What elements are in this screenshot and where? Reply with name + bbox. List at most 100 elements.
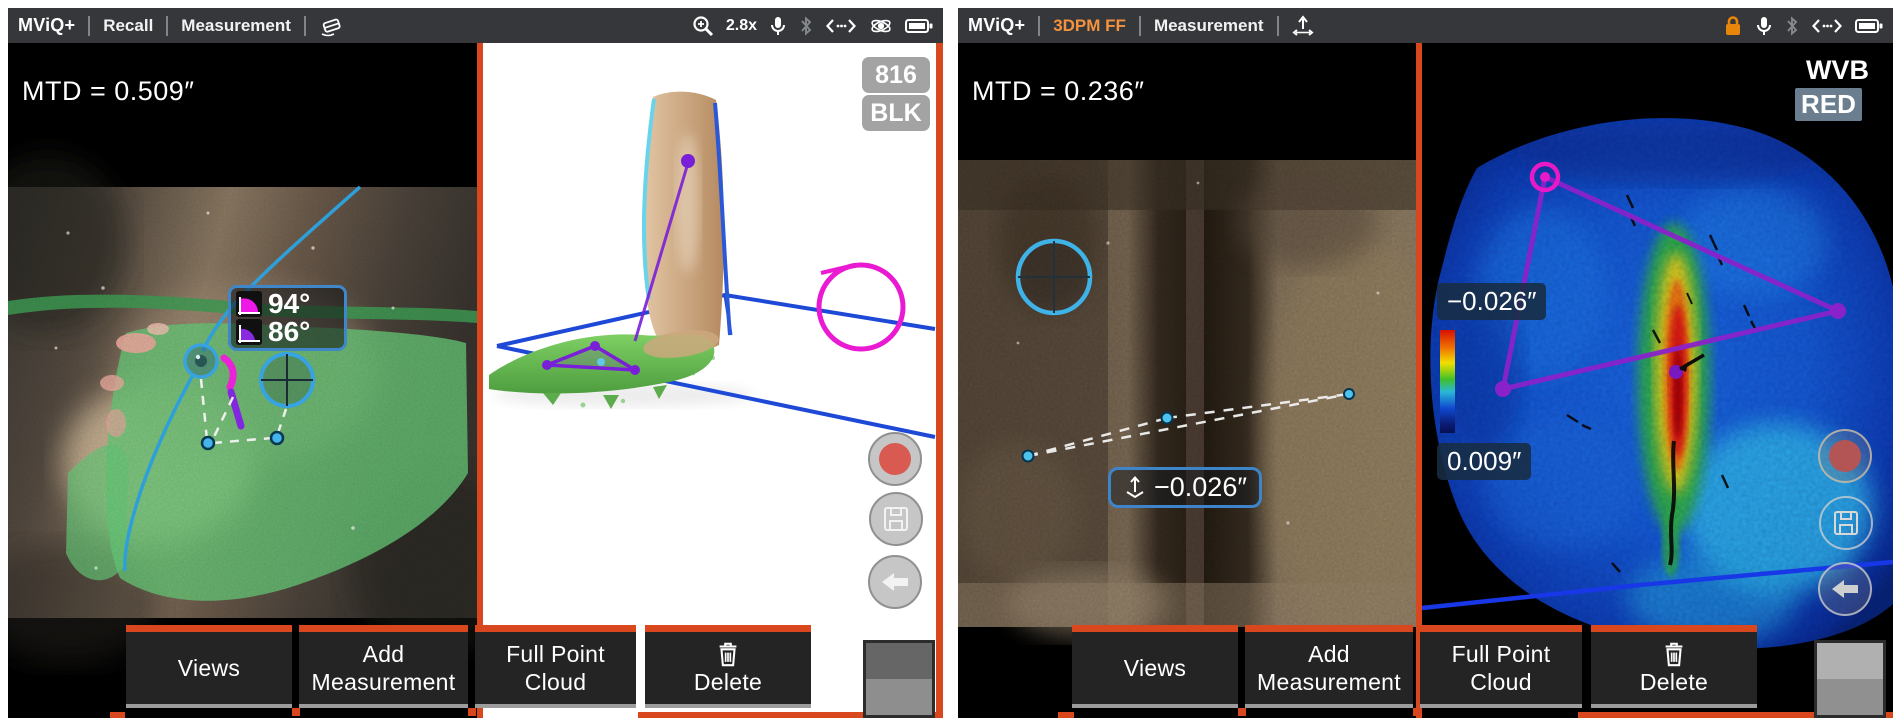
thumbnail-placeholder — [1814, 640, 1886, 718]
full-point-cloud-button[interactable]: Full Point Cloud — [1420, 625, 1582, 708]
delete-label: Delete — [694, 668, 762, 696]
accent-notch — [292, 708, 300, 716]
separator — [166, 16, 168, 36]
mtd-readout: MTD = 0.509″ — [22, 76, 194, 107]
separator — [1139, 16, 1141, 36]
menu-measurement[interactable]: Measurement — [181, 16, 291, 36]
right-topbar-menu: MViQ+ 3DPM FF Measurement — [968, 14, 1314, 38]
views-button[interactable]: Views — [126, 625, 292, 708]
connection-arrows-icon — [1811, 17, 1843, 35]
thumbnail-bottom — [866, 679, 932, 715]
left-screen: MViQ+ Recall Measurement 2.8x — [8, 8, 943, 718]
left-camera-view[interactable] — [8, 43, 477, 718]
battery-icon — [905, 17, 933, 35]
record-button[interactable] — [1818, 429, 1872, 483]
add-measurement-button[interactable]: Add Measurement — [299, 625, 468, 708]
bluetooth-icon — [799, 16, 813, 36]
mic-icon[interactable] — [1755, 15, 1773, 37]
white-balance-badge[interactable]: WVB — [1806, 55, 1869, 86]
bluetooth-icon — [1785, 16, 1799, 36]
zoom-level: 2.8x — [726, 17, 757, 35]
left-topbar-status: 2.8x — [692, 15, 933, 37]
image-setting-badge[interactable]: 816 — [862, 57, 930, 93]
angle-value-primary: 94° — [268, 290, 310, 318]
view-divider — [477, 43, 483, 718]
views-label: Views — [178, 654, 240, 682]
right-screen: MViQ+ 3DPM FF Measurement — [958, 8, 1893, 718]
zoom-icon[interactable] — [692, 15, 714, 37]
angle-icon-magenta — [236, 291, 262, 317]
bottom-accent-stub — [1058, 712, 1074, 718]
views-label: Views — [1124, 654, 1186, 682]
thumbnail-top — [866, 643, 932, 679]
depth-profile-icon — [1123, 475, 1147, 501]
back-arrow-icon — [1830, 578, 1860, 600]
color-mode-badge[interactable]: RED — [1795, 88, 1862, 121]
save-button[interactable] — [1819, 496, 1873, 550]
right-topbar: MViQ+ 3DPM FF Measurement — [958, 8, 1893, 43]
separator — [1277, 16, 1279, 36]
record-dot-icon — [1829, 440, 1861, 472]
thumbnail-bottom — [1817, 679, 1883, 715]
panel-edge-accent — [936, 43, 943, 718]
depth-measurement-value: −0.026″ — [1154, 472, 1247, 503]
workspace: MViQ+ Recall Measurement 2.8x — [0, 0, 1900, 726]
cloud-label-line2: Cloud — [1470, 668, 1532, 696]
angle-measurement-label[interactable]: 94° 86° — [228, 285, 347, 351]
image-mode-badge[interactable]: BLK — [862, 95, 930, 131]
left-topbar-menu: MViQ+ Recall Measurement — [18, 14, 346, 37]
thumbnail-placeholder — [863, 640, 935, 718]
back-button[interactable] — [868, 555, 922, 609]
pan-cursor-icon[interactable] — [1292, 14, 1314, 38]
mtd-readout: MTD = 0.236″ — [972, 76, 1144, 107]
erase-annotations-icon[interactable] — [319, 14, 346, 37]
camera-photo — [958, 160, 1416, 653]
bottom-accent-stub — [110, 712, 125, 718]
record-dot-icon — [879, 443, 911, 475]
save-button[interactable] — [869, 492, 923, 546]
trash-icon — [715, 640, 741, 668]
add-label-line2: Measurement — [1257, 668, 1401, 696]
separator — [1038, 16, 1040, 36]
brand-logo: MViQ+ — [18, 15, 75, 36]
point-cloud-view[interactable] — [483, 43, 936, 718]
camera-photo — [8, 153, 477, 663]
lock-icon — [1723, 15, 1743, 37]
accent-notch — [468, 708, 476, 716]
depth-color-scale — [1440, 330, 1455, 433]
add-label-line1: Add — [1308, 640, 1350, 668]
save-floppy-icon — [1832, 509, 1860, 537]
point-marker[interactable] — [185, 345, 217, 377]
depth-measurement-label[interactable]: −0.026″ — [1108, 467, 1262, 508]
views-button[interactable]: Views — [1072, 625, 1238, 708]
depth-map-view[interactable] — [1422, 43, 1893, 718]
add-label-line1: Add — [363, 640, 405, 668]
mic-icon[interactable] — [769, 15, 787, 37]
save-floppy-icon — [882, 505, 910, 533]
delete-button[interactable]: Delete — [1591, 625, 1757, 708]
back-button[interactable] — [1818, 562, 1872, 616]
right-camera-view[interactable] — [958, 43, 1416, 718]
menu-recall[interactable]: Recall — [103, 16, 153, 36]
menu-measurement[interactable]: Measurement — [1154, 16, 1264, 36]
full-point-cloud-button[interactable]: Full Point Cloud — [475, 625, 636, 708]
connection-arrows-icon — [825, 17, 857, 35]
add-label-line2: Measurement — [312, 668, 456, 696]
delete-label: Delete — [1640, 668, 1708, 696]
view-divider — [1416, 43, 1422, 718]
trash-icon — [1661, 640, 1687, 668]
accent-notch — [1238, 708, 1246, 716]
menu-3dpm-ff[interactable]: 3DPM FF — [1053, 16, 1126, 36]
left-topbar: MViQ+ Recall Measurement 2.8x — [8, 8, 943, 43]
add-measurement-button[interactable]: Add Measurement — [1245, 625, 1413, 708]
crosshair-cursor[interactable] — [1018, 241, 1090, 313]
angle-row-primary: 94° — [236, 290, 339, 318]
angle-icon-purple — [236, 319, 262, 345]
delete-button[interactable]: Delete — [645, 625, 811, 708]
crosshair-cursor[interactable] — [261, 354, 313, 406]
battery-icon — [1855, 17, 1883, 35]
record-button[interactable] — [868, 432, 922, 486]
separator — [304, 16, 306, 36]
right-topbar-status — [1723, 15, 1883, 37]
scale-max-label: −0.026″ — [1437, 283, 1546, 320]
